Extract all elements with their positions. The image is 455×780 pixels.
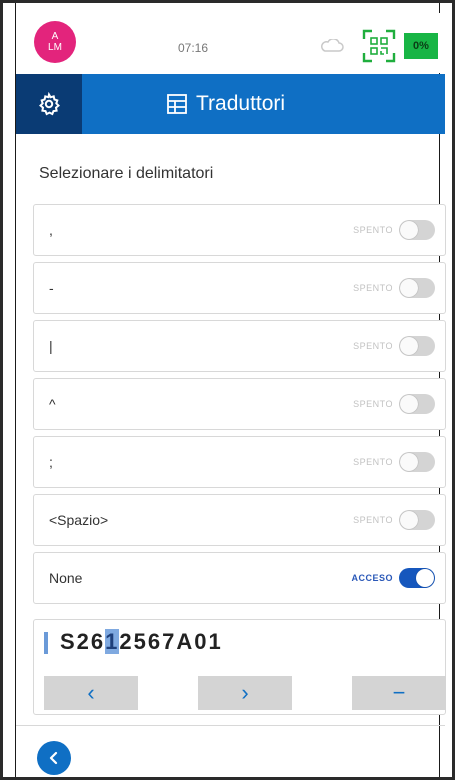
device-frame: A LM 07:16 0% Traduttori Selezionare i d… [0, 0, 455, 780]
toggle-knob [400, 453, 418, 471]
toggle-knob [400, 511, 418, 529]
toggle-state-label: SPENTO [353, 341, 393, 351]
previous-button[interactable]: ‹ [44, 676, 138, 710]
settings-button[interactable] [16, 74, 82, 134]
avatar[interactable]: A LM [34, 21, 76, 63]
section-title: Selezionare i delimitatori [39, 165, 214, 182]
toggle-knob [400, 221, 418, 239]
delimiter-row-caret[interactable]: ^ SPENTO [33, 378, 446, 430]
toggle-switch[interactable] [399, 510, 435, 530]
toggle-switch[interactable] [399, 452, 435, 472]
delimiter-row-space[interactable]: <Spazio> SPENTO [33, 494, 446, 546]
chevron-left-icon [49, 751, 58, 765]
toggle-knob [400, 395, 418, 413]
delete-button[interactable]: − [352, 676, 446, 710]
delimiter-row-pipe[interactable]: | SPENTO [33, 320, 446, 372]
delimiter-label: , [49, 222, 53, 238]
delimiter-row-dash[interactable]: - SPENTO [33, 262, 446, 314]
delimiter-label: ; [49, 454, 53, 470]
delimiter-label: | [49, 338, 53, 354]
preview-text[interactable]: S2612567A01 [60, 629, 223, 655]
toggle-state-label: SPENTO [353, 457, 393, 467]
toggle-switch[interactable] [399, 336, 435, 356]
preview-cursor-char: 1 [105, 629, 120, 654]
delimiter-label: None [49, 570, 83, 586]
barcode-preview: S2612567A01 ‹ › − [33, 619, 446, 715]
delimiter-label: ^ [49, 396, 56, 412]
toggle-knob [400, 279, 418, 297]
delimiter-label: - [49, 280, 54, 296]
preview-text-before: S26 [60, 629, 106, 654]
toggle-switch[interactable] [399, 278, 435, 298]
delimiter-row-none[interactable]: None ACCESO [33, 552, 446, 604]
header: Traduttori [16, 74, 445, 134]
delimiter-label: <Spazio> [49, 512, 109, 528]
gear-icon [39, 92, 60, 116]
preview-marker [44, 632, 48, 654]
toggle-knob [416, 569, 434, 587]
toggle-state-label: SPENTO [353, 515, 393, 525]
next-button[interactable]: › [198, 676, 292, 710]
toggle-state-label: SPENTO [353, 399, 393, 409]
back-button[interactable] [37, 741, 71, 775]
toggle-state-label: SPENTO [353, 283, 393, 293]
cloud-icon [321, 39, 344, 52]
page-title-text: Traduttori [196, 92, 286, 115]
toggle-switch[interactable] [399, 394, 435, 414]
translator-icon [167, 94, 187, 114]
delimiter-row-comma[interactable]: , SPENTO [33, 204, 446, 256]
avatar-line2: LM [48, 42, 62, 53]
delimiter-list: , SPENTO - SPENTO | SPENTO ^ SPENTO ; SP… [33, 204, 446, 610]
toggle-switch[interactable] [399, 220, 435, 240]
status-bar: A LM 07:16 0% [16, 13, 445, 73]
battery-indicator: 0% [404, 33, 438, 59]
bottom-divider [16, 725, 445, 726]
delimiter-row-semicolon[interactable]: ; SPENTO [33, 436, 446, 488]
toggle-switch[interactable] [399, 568, 435, 588]
qr-scan-icon[interactable] [362, 29, 396, 63]
toggle-state-label: ACCESO [351, 573, 393, 583]
toggle-state-label: SPENTO [353, 225, 393, 235]
clock: 07:16 [178, 41, 209, 55]
page-title: Traduttori [166, 74, 285, 134]
preview-text-after: 2567A01 [119, 629, 223, 654]
toggle-knob [400, 337, 418, 355]
avatar-line1: A [51, 31, 59, 42]
